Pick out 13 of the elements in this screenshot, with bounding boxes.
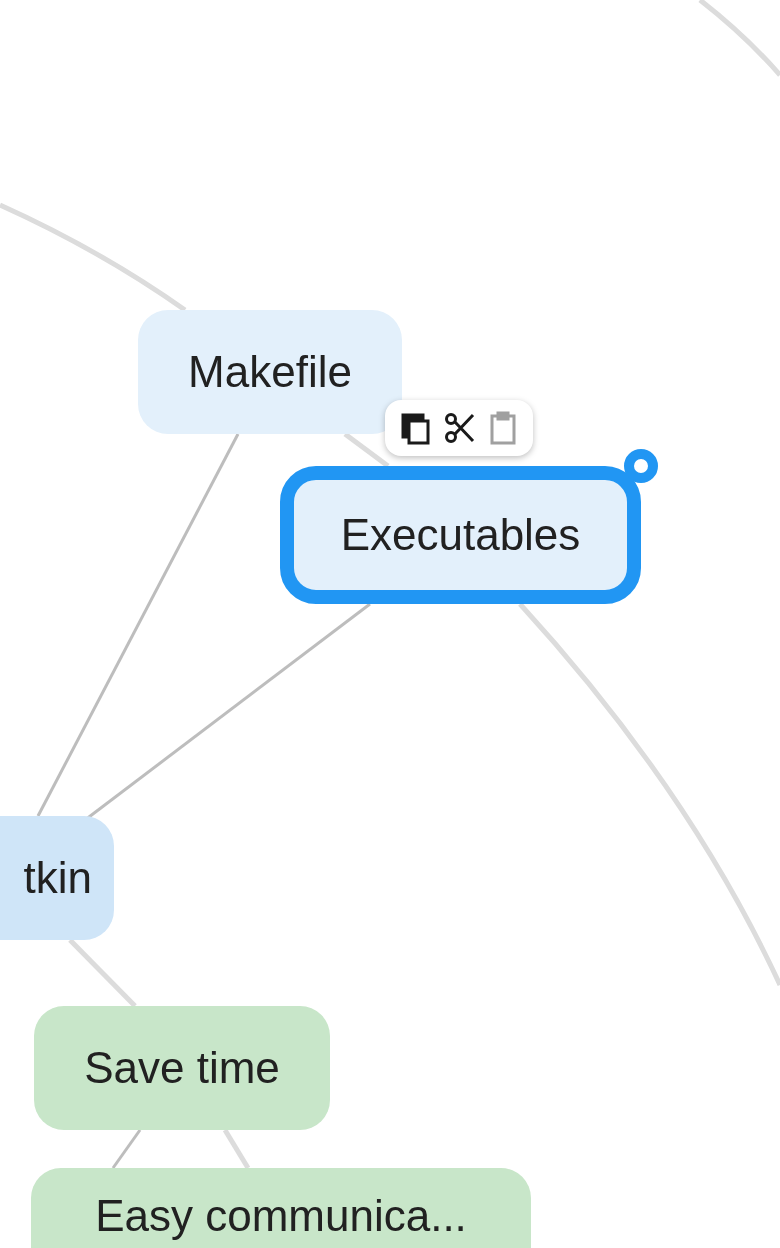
connector-line: [343, 432, 390, 468]
scissors-icon: [445, 412, 475, 444]
topic-node[interactable]: tkin: [0, 816, 114, 940]
topic-node[interactable]: Executables: [280, 466, 641, 604]
connector-line: [111, 1129, 142, 1169]
clipboard-icon: [489, 411, 517, 445]
connection-handle[interactable]: [624, 449, 658, 483]
topic-node[interactable]: Makefile: [138, 310, 402, 434]
copy-icon: [401, 411, 431, 445]
connector-line: [222, 1128, 251, 1170]
connector-line: [68, 938, 137, 1008]
topic-node[interactable]: Save time: [34, 1006, 330, 1130]
topic-node[interactable]: Easy communica...: [31, 1168, 531, 1248]
